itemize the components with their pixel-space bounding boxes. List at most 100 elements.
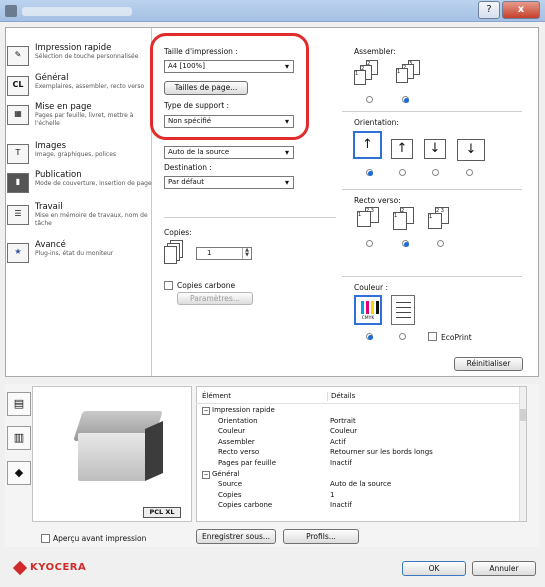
table-row[interactable]: Assembler Actif xyxy=(196,438,520,447)
sidebar-item-travail[interactable]: ☰ Travail Mise en mémoire de travaux, no… xyxy=(5,202,150,232)
color-label: Couleur : xyxy=(354,283,389,292)
sidebar-item-mise-en-page[interactable]: ▦ Mise en page Pages par feuille, livret… xyxy=(5,102,150,132)
sidebar-item-general[interactable]: CL Général Exemplaires, assembler, recto… xyxy=(5,73,150,103)
printer-app-icon xyxy=(5,5,17,17)
sidebar-item-avance[interactable]: ★ Avancé Plug-ins, état du moniteur xyxy=(5,240,150,270)
row-element: Source xyxy=(218,480,243,489)
preview-before-print-checkbox[interactable] xyxy=(41,534,50,543)
sidebar-item-description: Mode de couverture, insertion de page xyxy=(35,180,152,187)
close-button[interactable]: x xyxy=(502,1,540,19)
carbon-copies-checkbox[interactable] xyxy=(164,281,173,290)
row-detail: 1 xyxy=(330,490,335,499)
sidebar-item-publication[interactable]: ▮ Publication Mode de couverture, insert… xyxy=(5,170,152,200)
color-preview-tab-icon[interactable]: ◆ xyxy=(7,461,31,485)
rotated-landscape-orientation-icon[interactable]: ↓ xyxy=(457,139,485,161)
table-row[interactable]: Copies carbone Inactif xyxy=(196,501,520,510)
divider xyxy=(342,189,522,190)
job-icon: ☰ xyxy=(7,205,29,225)
quick-print-icon: ✎ xyxy=(7,46,29,66)
divider xyxy=(164,217,336,218)
row-detail: Couleur xyxy=(330,427,358,436)
ecoprint-checkbox[interactable] xyxy=(428,332,437,341)
sidebar-item-description: Exemplaires, assembler, recto verso xyxy=(35,83,145,90)
publishing-icon: ▮ xyxy=(7,173,29,193)
source-select[interactable]: Auto de la source xyxy=(164,146,294,159)
page-sizes-button[interactable]: Tailles de page... xyxy=(164,81,248,95)
sidebar-item-description: Plug-ins, état du moniteur xyxy=(35,250,114,257)
kyocera-logo-icon xyxy=(12,560,28,576)
sidebar-item-images[interactable]: T Images Image, graphiques, polices xyxy=(5,141,150,171)
table-row[interactable]: Recto verso Retourner sur les bords longs xyxy=(196,448,520,457)
parameters-button[interactable]: Paramètres... xyxy=(177,292,253,305)
sidebar-item-label: Images xyxy=(35,141,67,151)
duplex-off-icon[interactable]: 2 3 1 xyxy=(353,207,383,232)
row-detail: Auto de la source xyxy=(330,480,392,489)
profiles-button[interactable]: Profils... xyxy=(283,529,359,544)
print-size-select[interactable]: A4 [100%] xyxy=(164,60,294,73)
printer-preview-tab-icon[interactable]: ▤ xyxy=(7,392,31,416)
orientation-radio-1[interactable] xyxy=(366,169,373,176)
table-row[interactable]: Orientation Portrait xyxy=(196,417,520,426)
duplex-radio-off[interactable] xyxy=(366,240,373,247)
stepper-arrows-icon[interactable]: ▲ ▼ xyxy=(242,248,251,259)
duplex-short-edge-icon[interactable]: 2 3 1 xyxy=(425,207,455,235)
table-row[interactable]: Pages par feuille Inactif xyxy=(196,459,520,468)
copies-label: Copies: xyxy=(164,228,192,237)
media-type-select[interactable]: Non spécifié xyxy=(164,115,294,128)
sidebar-item-description: Pages par feuille, livret, mettre à l'éc… xyxy=(35,112,134,127)
duplex-radio-long[interactable] xyxy=(402,240,409,247)
table-row[interactable]: Copies 1 xyxy=(196,491,520,500)
row-detail: Inactif xyxy=(330,501,352,510)
divider xyxy=(342,276,522,277)
sidebar-item-impression-rapide[interactable]: ✎ Impression rapide Sélection de touche … xyxy=(5,43,150,73)
table-scrollbar[interactable] xyxy=(519,387,526,521)
sidebar-item-label: Publication xyxy=(35,170,82,180)
landscape-orientation-icon[interactable]: ↑ xyxy=(391,139,413,159)
color-radio[interactable] xyxy=(366,333,373,340)
monochrome-radio[interactable] xyxy=(399,333,406,340)
page-preview-tab-icon[interactable]: ▥ xyxy=(7,426,31,450)
table-row[interactable]: Couleur Couleur xyxy=(196,427,520,436)
orientation-radio-3[interactable] xyxy=(432,169,439,176)
uncollated-icon[interactable]: 2 2 1 xyxy=(354,60,388,90)
destination-label: Destination : xyxy=(164,163,212,172)
cancel-button[interactable]: Annuler xyxy=(472,561,536,576)
duplex-radio-short[interactable] xyxy=(437,240,444,247)
save-as-button[interactable]: Enregistrer sous... xyxy=(196,529,276,544)
collate-off-radio[interactable] xyxy=(366,96,373,103)
row-element: Couleur xyxy=(218,427,246,436)
row-element: Pages par feuille xyxy=(218,459,277,467)
destination-select[interactable]: Par défaut xyxy=(164,176,294,189)
collapse-icon[interactable]: − xyxy=(202,407,210,415)
sidebar-item-description: Mise en mémoire de travaux, nom de tâche xyxy=(35,212,148,227)
color-mode-icon[interactable]: CMYK xyxy=(354,295,382,325)
table-header: Élément Détails xyxy=(196,392,520,404)
orientation-label: Orientation: xyxy=(354,118,399,127)
orientation-radio-4[interactable] xyxy=(466,169,473,176)
orientation-radio-2[interactable] xyxy=(399,169,406,176)
window-title-blurred xyxy=(22,7,132,16)
collate-label: Assembler: xyxy=(354,47,396,56)
row-element: Orientation xyxy=(218,416,258,425)
media-type-label: Type de support : xyxy=(164,101,230,110)
sidebar-item-description: Image, graphiques, polices xyxy=(35,151,117,158)
duplex-long-edge-icon[interactable]: 2 1 xyxy=(390,207,420,235)
row-element: Copies xyxy=(218,490,242,499)
table-group-row[interactable]: − Général xyxy=(196,470,520,479)
imaging-icon: T xyxy=(7,144,29,164)
preview-before-print-label: Aperçu avant impression xyxy=(53,534,147,543)
help-button[interactable]: ? xyxy=(478,1,500,19)
collated-icon[interactable]: 3 2 1 xyxy=(392,60,428,90)
sidebar-item-label: Travail xyxy=(35,202,63,212)
monochrome-mode-icon[interactable] xyxy=(391,295,415,325)
copies-stack-icon xyxy=(164,240,184,266)
table-row[interactable]: Source Auto de la source xyxy=(196,480,520,489)
table-group-row[interactable]: − Impression rapide xyxy=(196,406,520,415)
rotated-portrait-orientation-icon[interactable]: ↓ xyxy=(424,139,446,159)
ok-button[interactable]: OK xyxy=(402,561,466,576)
row-detail: Retourner sur les bords longs xyxy=(330,448,433,457)
collate-on-radio[interactable] xyxy=(402,96,409,103)
reset-button[interactable]: Réinitialiser xyxy=(454,357,523,371)
portrait-orientation-icon[interactable]: ↑ xyxy=(353,131,382,159)
collapse-icon[interactable]: − xyxy=(202,470,210,479)
